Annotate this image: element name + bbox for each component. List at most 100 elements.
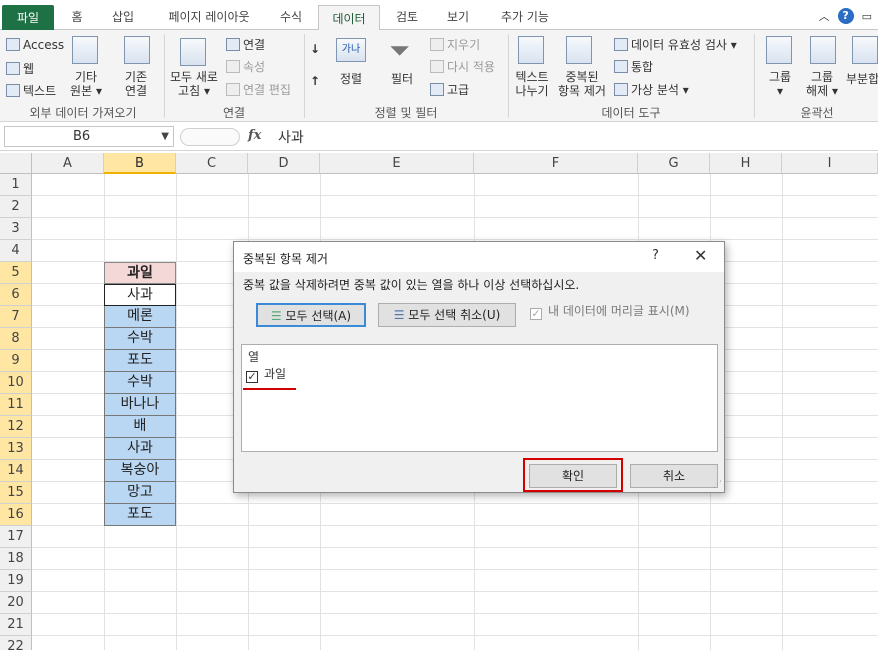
cell-b5[interactable]: 과일 [104, 262, 176, 284]
row-header-19[interactable]: 19 [0, 570, 32, 592]
row-header-20[interactable]: 20 [0, 592, 32, 614]
dialog-title-bar[interactable]: 중복된 항목 제거 ? ✕ [234, 242, 724, 272]
col-header-b[interactable]: B [104, 153, 176, 174]
tab-view[interactable]: 보기 [434, 4, 482, 30]
data-validation-button[interactable]: 데이터 유효성 검사 ▾ [614, 36, 737, 53]
web-button[interactable]: 웹 [6, 60, 34, 77]
col-header-i[interactable]: I [782, 153, 878, 174]
advanced-filter-button[interactable]: 고급 [430, 81, 469, 98]
filter-button[interactable]: 필터 [391, 70, 413, 87]
row-header-11[interactable]: 11 [0, 394, 32, 416]
select-all-label: 모두 선택(A) [285, 309, 352, 323]
row-header-9[interactable]: 9 [0, 350, 32, 372]
name-box[interactable]: B6 ▼ [4, 126, 174, 147]
tab-file[interactable]: 파일 [2, 5, 54, 30]
row-header-18[interactable]: 18 [0, 548, 32, 570]
tab-insert[interactable]: 삽입 [100, 4, 146, 30]
resize-grip-icon[interactable]: ⋰ [713, 480, 722, 490]
select-all-corner[interactable] [0, 153, 32, 174]
row-header-5[interactable]: 5 [0, 262, 32, 284]
col-header-d[interactable]: D [248, 153, 320, 174]
col-header-a[interactable]: A [32, 153, 104, 174]
name-box-dropdown-icon[interactable]: ▼ [161, 127, 169, 146]
consolidate-button[interactable]: 통합 [614, 58, 653, 75]
row-header-4[interactable]: 4 [0, 240, 32, 262]
col-header-c[interactable]: C [176, 153, 248, 174]
cell-b10[interactable]: 수박 [104, 372, 176, 394]
refresh-all-button[interactable]: 모두 새로 고침 ▾ [166, 70, 222, 98]
collapse-ribbon-icon[interactable]: ︿ [819, 8, 830, 24]
cell-b13[interactable]: 사과 [104, 438, 176, 460]
row-header-17[interactable]: 17 [0, 526, 32, 548]
tab-formulas[interactable]: 수식 [268, 4, 314, 30]
row-header-1[interactable]: 1 [0, 174, 32, 196]
tab-review[interactable]: 검토 [384, 4, 430, 30]
cell-b7[interactable]: 메론 [104, 306, 176, 328]
tab-data[interactable]: 데이터 [318, 5, 380, 31]
row-header-8[interactable]: 8 [0, 328, 32, 350]
clear-filter-button[interactable]: 지우기 [430, 36, 480, 53]
sort-descending-icon[interactable]: ↑ [310, 74, 320, 88]
row-header-7[interactable]: 7 [0, 306, 32, 328]
formula-input[interactable]: 사과 [278, 127, 304, 147]
text-to-columns-button[interactable]: 텍스트 나누기 [512, 70, 552, 98]
dialog-help-icon[interactable]: ? [652, 248, 659, 263]
cell-b11[interactable]: 바나나 [104, 394, 176, 416]
dup-label-2: 항목 제거 [558, 84, 606, 98]
cell-b16[interactable]: 포도 [104, 504, 176, 526]
column-item-fruit[interactable]: ✓ 과일 [246, 365, 286, 383]
col-header-h[interactable]: H [710, 153, 782, 174]
tab-page-layout[interactable]: 페이지 레이아웃 [154, 4, 264, 30]
dialog-close-icon[interactable]: ✕ [694, 246, 707, 265]
subtotal-button[interactable]: 부분합 [846, 70, 878, 87]
columns-listbox[interactable]: 열 ✓ 과일 [241, 344, 718, 452]
row-header-6[interactable]: 6 [0, 284, 32, 306]
cell-b14[interactable]: 복숭아 [104, 460, 176, 482]
group-button[interactable]: 그룹 ▾ [760, 70, 800, 98]
sort-button[interactable]: 정렬 [340, 70, 362, 87]
col-header-g[interactable]: G [638, 153, 710, 174]
headers-checkbox-row[interactable]: ✓ 내 데이터에 머리글 표시(M) [530, 302, 690, 320]
row-header-12[interactable]: 12 [0, 416, 32, 438]
other-sources-button[interactable]: 기타 원본 ▾ [66, 70, 106, 98]
row-header-13[interactable]: 13 [0, 438, 32, 460]
tab-home[interactable]: 홈 [60, 4, 94, 30]
cell-b9[interactable]: 포도 [104, 350, 176, 372]
row-header-10[interactable]: 10 [0, 372, 32, 394]
row-header-21[interactable]: 21 [0, 614, 32, 636]
col-header-f[interactable]: F [474, 153, 638, 174]
ungroup-button[interactable]: 그룹 해제 ▾ [802, 70, 842, 98]
cancel-button[interactable]: 취소 [630, 464, 718, 488]
row-header-15[interactable]: 15 [0, 482, 32, 504]
row-header-2[interactable]: 2 [0, 196, 32, 218]
cell-b6[interactable]: 사과 [104, 284, 176, 306]
sort-ascending-icon[interactable]: ↓ [310, 42, 320, 56]
select-all-button[interactable]: ☰ 모두 선택(A) [256, 303, 366, 327]
group-label-external: 외부 데이터 가져오기 [29, 106, 137, 120]
access-button[interactable]: Access [6, 38, 64, 52]
column-checkbox[interactable]: ✓ [246, 371, 258, 383]
unselect-all-button[interactable]: ☰ 모두 선택 취소(U) [378, 303, 516, 327]
properties-button[interactable]: 속성 [226, 58, 265, 75]
cell-b12[interactable]: 배 [104, 416, 176, 438]
help-icon[interactable]: ? [837, 8, 854, 24]
row-header-16[interactable]: 16 [0, 504, 32, 526]
formula-bar-handle[interactable] [180, 128, 240, 146]
edit-links-button[interactable]: 연결 편집 [226, 81, 291, 98]
cell-b8[interactable]: 수박 [104, 328, 176, 350]
text-button[interactable]: 텍스트 [6, 82, 56, 99]
headers-checkbox[interactable]: ✓ [530, 308, 542, 320]
connections-button[interactable]: 연결 [226, 36, 265, 53]
col-header-e[interactable]: E [320, 153, 474, 174]
tab-add-ins[interactable]: 추가 기능 [486, 4, 564, 30]
insert-function-icon[interactable]: fx [248, 128, 261, 143]
window-options-icon[interactable]: ▭ [862, 10, 872, 23]
existing-connections-button[interactable]: 기존 연결 [116, 70, 156, 98]
remove-duplicates-button[interactable]: 중복된 항목 제거 [554, 70, 610, 98]
reapply-button[interactable]: 다시 적용 [430, 58, 495, 75]
row-header-22[interactable]: 22 [0, 636, 32, 650]
row-header-3[interactable]: 3 [0, 218, 32, 240]
what-if-button[interactable]: 가상 분석 ▾ [614, 81, 689, 98]
cell-b15[interactable]: 망고 [104, 482, 176, 504]
row-header-14[interactable]: 14 [0, 460, 32, 482]
